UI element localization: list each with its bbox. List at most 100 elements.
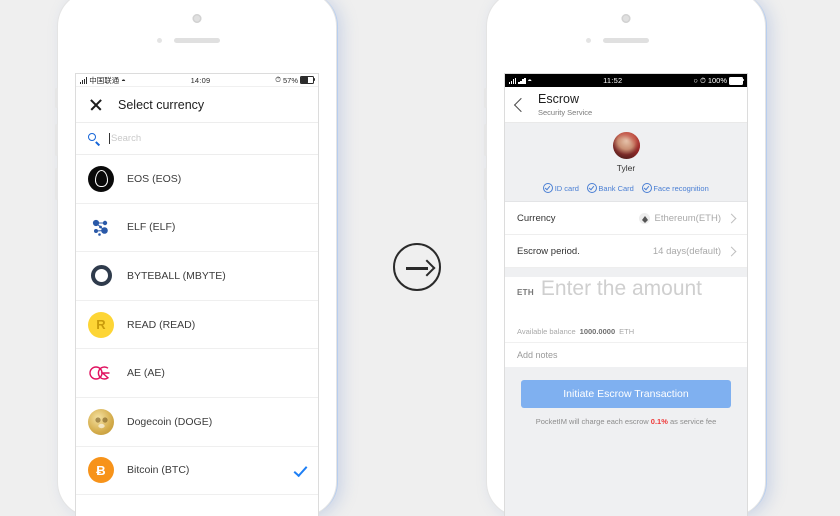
signal-bars-icon xyxy=(518,77,526,84)
signal-bars-icon xyxy=(509,77,517,84)
front-camera-icon xyxy=(621,14,631,23)
dogecoin-icon xyxy=(88,408,114,435)
text-caret xyxy=(109,133,110,144)
volume-up-button xyxy=(55,124,58,156)
balance-value: 1000.0000 xyxy=(579,327,616,336)
battery-percent-label: 100% xyxy=(707,76,727,85)
username-label: Tyler xyxy=(616,163,636,173)
check-circle-icon xyxy=(543,183,554,193)
fee-percent: 0.1% xyxy=(650,417,668,426)
status-time: 11:52 xyxy=(603,76,623,85)
initiate-escrow-button[interactable]: Initiate Escrow Transaction xyxy=(521,380,731,408)
volume-down-button xyxy=(55,168,58,200)
badge-label: Face recognition xyxy=(653,183,709,193)
amount-input[interactable]: Enter the amount xyxy=(541,277,702,301)
byteball-coin-icon xyxy=(88,263,114,289)
right-phone-frame: ◓ 11:52 ○ ⏱ 100% Escrow Security Service xyxy=(484,0,765,516)
earpiece-speaker xyxy=(603,38,649,43)
currency-row-ae[interactable]: AE (AE) xyxy=(76,349,318,398)
coin-glyph: R xyxy=(96,317,106,333)
check-circle-icon xyxy=(586,183,597,193)
status-badge-id-card: ID card xyxy=(543,183,579,193)
page-title: Select currency xyxy=(118,97,205,112)
row-value: Ethereum(ETH) xyxy=(654,212,721,224)
right-status-bar: ◓ 11:52 ○ ⏱ 100% xyxy=(505,74,747,87)
avatar xyxy=(612,132,640,159)
escrow-period-row[interactable]: Escrow period. 14 days(default) xyxy=(505,235,747,268)
currency-name: ELF (ELF) xyxy=(127,221,176,234)
search-bar[interactable]: Search xyxy=(76,123,318,155)
currency-row-dogecoin[interactable]: Dogecoin (DOGE) xyxy=(76,398,318,447)
headphones-icon: ○ xyxy=(693,76,698,85)
signal-bars-icon xyxy=(80,77,88,84)
front-camera-icon xyxy=(192,14,202,23)
currency-row-bitcoin[interactable]: Ƀ Bitcoin (BTC) xyxy=(76,447,318,496)
row-value: 14 days(default) xyxy=(652,245,721,257)
eos-coin-icon xyxy=(88,165,114,192)
comparison-stage: 中国联通 ◓ 14:09 ⏱ 57% Select currency Searc… xyxy=(0,0,840,516)
earpiece-speaker xyxy=(174,38,220,43)
fee-note-prefix: PocketIM will charge each escrow xyxy=(535,417,649,426)
service-fee-note: PocketIM will charge each escrow 0.1% as… xyxy=(521,417,731,426)
amount-unit-label: ETH xyxy=(517,288,534,297)
left-phone-frame: 中国联通 ◓ 14:09 ⏱ 57% Select currency Searc… xyxy=(55,0,336,516)
bitcoin-icon: Ƀ xyxy=(88,457,114,484)
ae-coin-icon xyxy=(88,360,114,386)
profile-panel: Tyler ID card Bank Card Face recognition xyxy=(505,123,747,202)
ambient-sensor-icon xyxy=(157,38,162,43)
chevron-right-icon xyxy=(726,246,737,256)
currency-name: BYTEBALL (MBYTE) xyxy=(127,269,226,282)
ambient-sensor-icon xyxy=(586,38,591,43)
ethereum-icon xyxy=(639,212,651,224)
battery-icon xyxy=(300,76,316,84)
select-currency-header: Select currency xyxy=(76,87,318,123)
section-divider xyxy=(505,268,747,277)
currency-name: READ (READ) xyxy=(127,318,196,331)
currency-name: Bitcoin (BTC) xyxy=(127,464,190,477)
close-icon[interactable] xyxy=(88,97,103,112)
phone-side-button xyxy=(484,88,487,108)
status-badge-bank-card: Bank Card xyxy=(586,183,634,193)
elf-coin-icon xyxy=(88,214,114,240)
currency-row-elf[interactable]: ELF (ELF) xyxy=(76,204,318,253)
right-phone-screen: ◓ 11:52 ○ ⏱ 100% Escrow Security Service xyxy=(504,73,748,516)
available-balance-row: Available balance 1000.0000 ETH xyxy=(505,321,747,343)
page-subtitle: Security Service xyxy=(538,108,593,118)
badge-label: Bank Card xyxy=(598,183,634,193)
read-coin-icon: R xyxy=(88,311,114,338)
battery-percent-label: 57% xyxy=(282,75,298,85)
notes-input[interactable]: Add notes xyxy=(505,343,747,367)
currency-select-row[interactable]: Currency Ethereum(ETH) xyxy=(505,202,747,235)
notes-placeholder: Add notes xyxy=(517,350,558,360)
row-label: Currency xyxy=(517,212,556,224)
left-status-bar: 中国联通 ◓ 14:09 ⏱ 57% xyxy=(76,74,318,87)
carrier-label: 中国联通 xyxy=(89,75,120,85)
volume-down-button xyxy=(484,168,487,200)
balance-label: Available balance xyxy=(517,327,576,336)
fee-note-suffix: as service fee xyxy=(669,417,717,426)
currency-name: AE (AE) xyxy=(127,367,165,380)
balance-unit: ETH xyxy=(619,327,635,336)
verification-badges: ID card Bank Card Face recognition xyxy=(505,183,747,193)
alarm-icon: ⏱ xyxy=(275,75,281,84)
check-circle-icon xyxy=(641,183,652,193)
search-input[interactable]: Search xyxy=(111,133,141,144)
left-phone-screen: 中国联通 ◓ 14:09 ⏱ 57% Select currency Searc… xyxy=(75,73,319,516)
status-time: 14:09 xyxy=(190,75,211,85)
arrow-right-circle-icon xyxy=(393,243,441,291)
currency-name: Dogecoin (DOGE) xyxy=(127,415,213,428)
battery-icon xyxy=(729,76,745,85)
coin-glyph: Ƀ xyxy=(96,462,106,478)
amount-field[interactable]: ETH Enter the amount xyxy=(505,277,747,321)
volume-up-button xyxy=(484,124,487,156)
currency-row-read[interactable]: R READ (READ) xyxy=(76,301,318,350)
currency-row-eos[interactable]: EOS (EOS) xyxy=(76,155,318,204)
escrow-header: Escrow Security Service xyxy=(505,87,747,123)
row-label: Escrow period. xyxy=(517,245,580,257)
currency-row-byteball[interactable]: BYTEBALL (MBYTE) xyxy=(76,252,318,301)
page-title: Escrow xyxy=(538,91,579,106)
chevron-left-icon[interactable] xyxy=(513,97,529,112)
phone-side-button xyxy=(55,88,58,108)
badge-label: ID card xyxy=(554,183,579,193)
chevron-right-icon xyxy=(726,213,737,223)
